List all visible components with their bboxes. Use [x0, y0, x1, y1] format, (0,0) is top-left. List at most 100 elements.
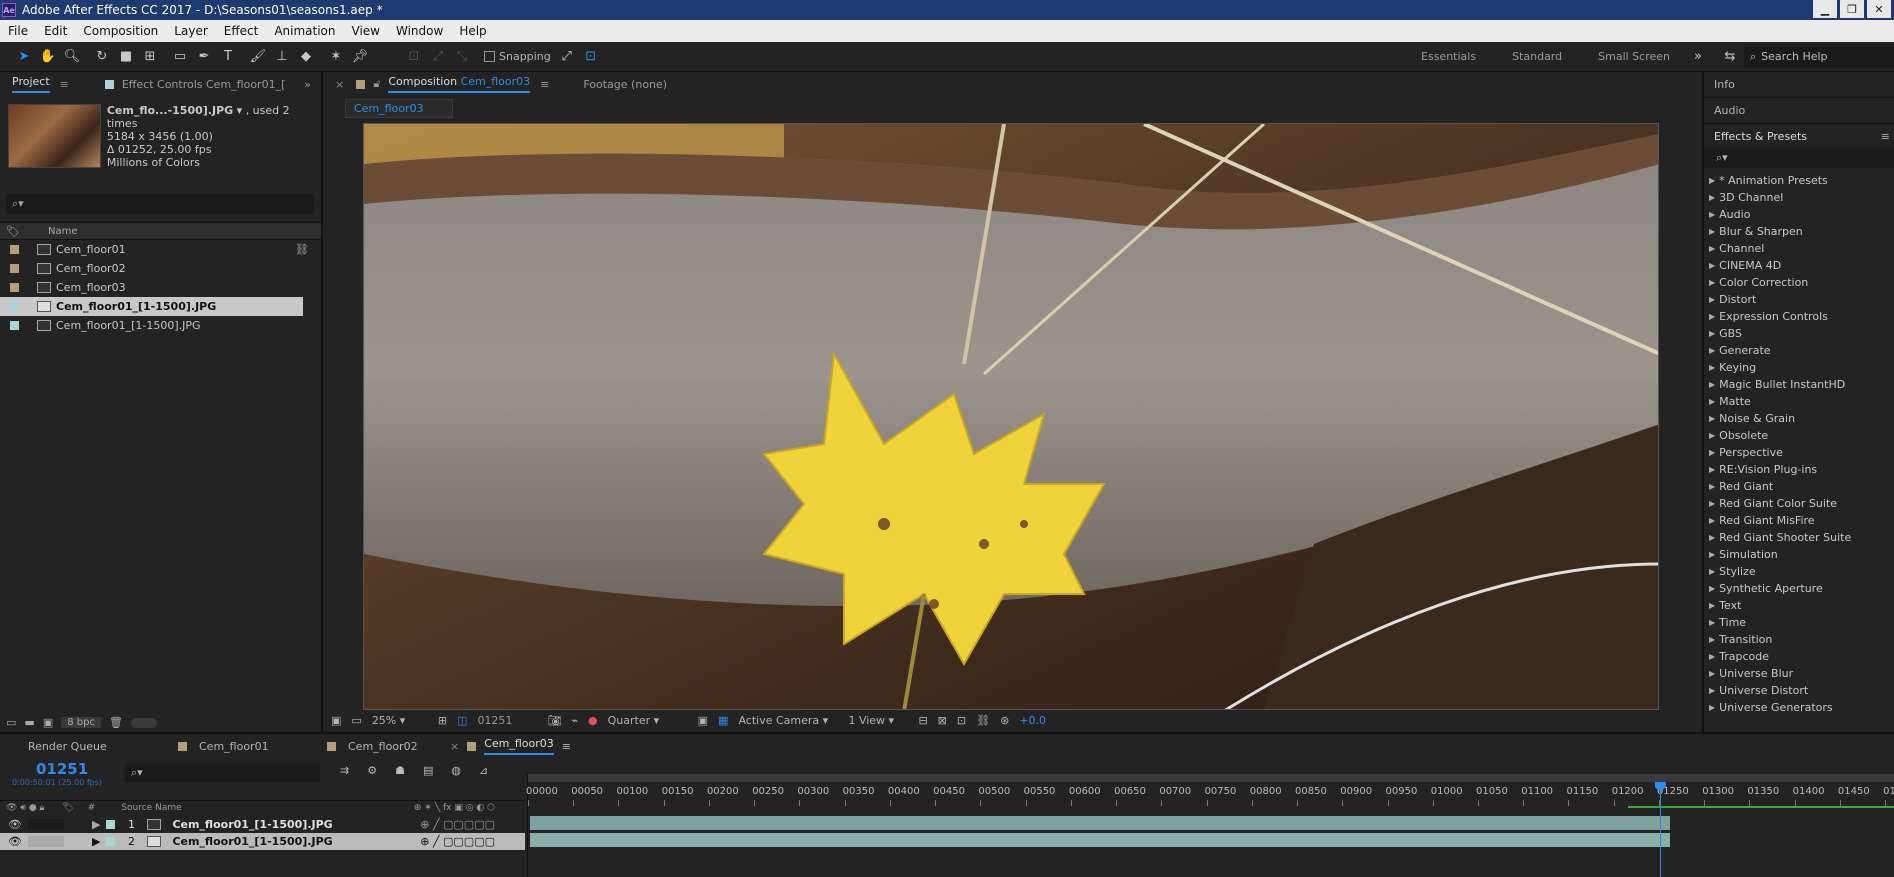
timeline-search-input[interactable]: ⌕▾ — [125, 764, 320, 782]
effects-category-item[interactable]: ▶ Red Giant Color Suite — [1704, 495, 1894, 512]
effects-category-item[interactable]: ▶ Color Correction — [1704, 274, 1894, 291]
effects-category-item[interactable]: ▶ Red Giant MisFire — [1704, 512, 1894, 529]
composition-tab-name[interactable]: Cem_floor03 — [461, 75, 531, 88]
effects-category-item[interactable]: ▶ Text — [1704, 597, 1894, 614]
menu-layer[interactable]: Layer — [166, 24, 215, 38]
rectangle-tool-icon[interactable]: ▭ — [170, 47, 190, 67]
tab-effect-controls[interactable]: Effect Controls Cem_floor01_[ — [122, 78, 286, 91]
clone-stamp-tool-icon[interactable]: ⊥ — [272, 47, 292, 67]
effects-category-item[interactable]: ▶ Distort — [1704, 291, 1894, 308]
expand-arrow-icon[interactable]: ▶ — [1709, 176, 1715, 185]
panel-menu-icon[interactable]: ≡ — [60, 78, 69, 91]
snapshot-icon[interactable]: 📷︎ — [547, 714, 561, 727]
safe-zones-icon[interactable]: ⊞ — [438, 714, 447, 727]
info-panel-header[interactable]: Info — [1704, 72, 1894, 98]
label-color[interactable] — [10, 245, 19, 254]
lock-icon[interactable]: 🔓︎ — [373, 77, 380, 91]
reset-exposure-icon[interactable]: ⊛ — [1000, 714, 1009, 727]
expand-arrow-icon[interactable]: ▶ — [1709, 244, 1715, 253]
composition-tab-label[interactable]: Composition — [388, 75, 457, 88]
flowchart-icon[interactable]: ⛓ — [295, 243, 309, 256]
expand-arrow-icon[interactable]: ▶ — [1709, 397, 1715, 406]
list-item[interactable]: Cem_floor02 — [0, 259, 321, 278]
show-snapshot-icon[interactable]: ⌁ — [571, 714, 578, 727]
tab-footage[interactable]: Footage (none) — [583, 78, 667, 91]
brush-tool-icon[interactable]: 🖌︎ — [248, 47, 268, 67]
expand-arrow-icon[interactable]: ▶ — [1709, 414, 1715, 423]
close-icon[interactable]: × — [450, 740, 459, 753]
effects-category-item[interactable]: ▶ RE:Vision Plug-ins — [1704, 461, 1894, 478]
effects-category-item[interactable]: ▶ Noise & Grain — [1704, 410, 1894, 427]
eye-icon[interactable]: 👁︎ — [8, 835, 22, 848]
layer-name[interactable]: Cem_floor01_[1-1500].JPG — [172, 818, 332, 831]
effects-presets-title[interactable]: Effects & Presets — [1714, 130, 1807, 143]
fast-preview-icon[interactable]: ⊠ — [938, 714, 947, 727]
composition-canvas[interactable] — [363, 123, 1659, 710]
label-color[interactable] — [10, 321, 19, 330]
eraser-tool-icon[interactable]: ◆ — [296, 47, 316, 67]
restore-icon[interactable]: ❐ — [1840, 0, 1864, 18]
effects-category-item[interactable]: ▶ Universe Distort — [1704, 682, 1894, 699]
effects-category-item[interactable]: ▶ Magic Bullet InstantHD — [1704, 376, 1894, 393]
expand-arrow-icon[interactable]: ▶ — [1709, 669, 1715, 678]
expand-arrow-icon[interactable]: ▶ — [1709, 227, 1715, 236]
eye-icon[interactable]: 👁︎ — [8, 818, 22, 831]
list-item[interactable]: Cem_floor03 — [0, 278, 321, 297]
expand-arrow-icon[interactable]: ▶ — [1709, 686, 1715, 695]
pen-tool-icon[interactable]: ✒ — [194, 47, 214, 67]
expand-arrow-icon[interactable]: ▶ — [1709, 329, 1715, 338]
rotation-tool-icon[interactable]: ↻ — [92, 47, 112, 67]
effects-category-item[interactable]: ▶ Transition — [1704, 631, 1894, 648]
menu-window[interactable]: Window — [388, 24, 451, 38]
label-color[interactable] — [106, 820, 116, 829]
label-color[interactable] — [10, 283, 19, 292]
expand-arrow-icon[interactable]: ▶ — [1709, 210, 1715, 219]
current-time-display[interactable]: 01251 — [36, 760, 88, 778]
list-item[interactable]: Cem_floor01 ⛓ — [0, 240, 321, 259]
expand-arrow-icon[interactable]: ▶ — [1709, 312, 1715, 321]
time-ruler[interactable]: 00000 00050 00100 00150 00200 00250 00300 00350… — [526, 774, 1894, 877]
panel-menu-icon[interactable]: ≡ — [540, 78, 549, 91]
playhead-indicator[interactable] — [1659, 782, 1661, 877]
effects-category-item[interactable]: ▶ Time — [1704, 614, 1894, 631]
more-workspaces-icon[interactable]: » — [1688, 47, 1708, 67]
workspace-small-screen[interactable]: Small Screen — [1580, 50, 1688, 63]
expand-arrow-icon[interactable]: ▶ — [1709, 346, 1715, 355]
effects-category-item[interactable]: ▶ Synthetic Aperture — [1704, 580, 1894, 597]
source-name-header[interactable]: Source Name — [121, 803, 181, 813]
close-icon[interactable]: × — [335, 78, 344, 91]
label-color[interactable] — [10, 302, 19, 311]
selection-tool-icon[interactable]: ➤ — [14, 47, 34, 67]
av-switches[interactable] — [27, 819, 64, 830]
tab-render-queue[interactable]: Render Queue — [28, 740, 178, 753]
menu-file[interactable]: File — [0, 24, 36, 38]
minimize-icon[interactable]: ▁ — [1813, 0, 1837, 18]
new-folder-icon[interactable]: ▬ — [24, 716, 34, 729]
expand-arrow-icon[interactable]: ▶ — [1709, 193, 1715, 202]
view-layout-dropdown[interactable]: 1 View ▾ — [848, 714, 908, 727]
tab-cem-floor01[interactable]: Cem_floor01 — [199, 740, 327, 753]
composition-breadcrumb[interactable]: Cem_floor03 — [345, 98, 453, 118]
effects-category-item[interactable]: ▶ Perspective — [1704, 444, 1894, 461]
snapping-checkbox[interactable] — [484, 51, 495, 62]
work-area-bar[interactable] — [528, 774, 1894, 782]
menu-help[interactable]: Help — [451, 24, 494, 38]
label-color[interactable] — [10, 264, 19, 273]
display-icon[interactable]: ▭ — [351, 714, 361, 727]
timeline-icon[interactable]: ⊡ — [957, 714, 966, 727]
hand-tool-icon[interactable]: ✋ — [38, 47, 58, 67]
snap-option-icon[interactable]: ⤢ — [557, 47, 577, 67]
always-preview-icon[interactable]: ▣ — [331, 714, 341, 727]
column-name-header[interactable]: Name — [48, 226, 78, 237]
mask-visibility-icon[interactable]: ◫ — [457, 714, 467, 727]
bit-depth-button[interactable]: 8 bpc — [61, 717, 101, 728]
effects-category-item[interactable]: ▶ Audio — [1704, 206, 1894, 223]
panel-menu-icon[interactable]: ≡ — [1881, 130, 1890, 143]
list-item-selected[interactable]: Cem_floor01_[1-1500].JPG — [0, 297, 303, 316]
expand-arrow-icon[interactable]: ▶ — [1709, 533, 1715, 542]
effects-category-item[interactable]: ▶ Matte — [1704, 393, 1894, 410]
expand-arrow-icon[interactable]: ▶ — [1709, 652, 1715, 661]
expand-arrow-icon[interactable]: ▶ — [92, 818, 100, 831]
menu-effect[interactable]: Effect — [216, 24, 267, 38]
resolution-dropdown[interactable]: Quarter ▾ — [608, 714, 688, 727]
